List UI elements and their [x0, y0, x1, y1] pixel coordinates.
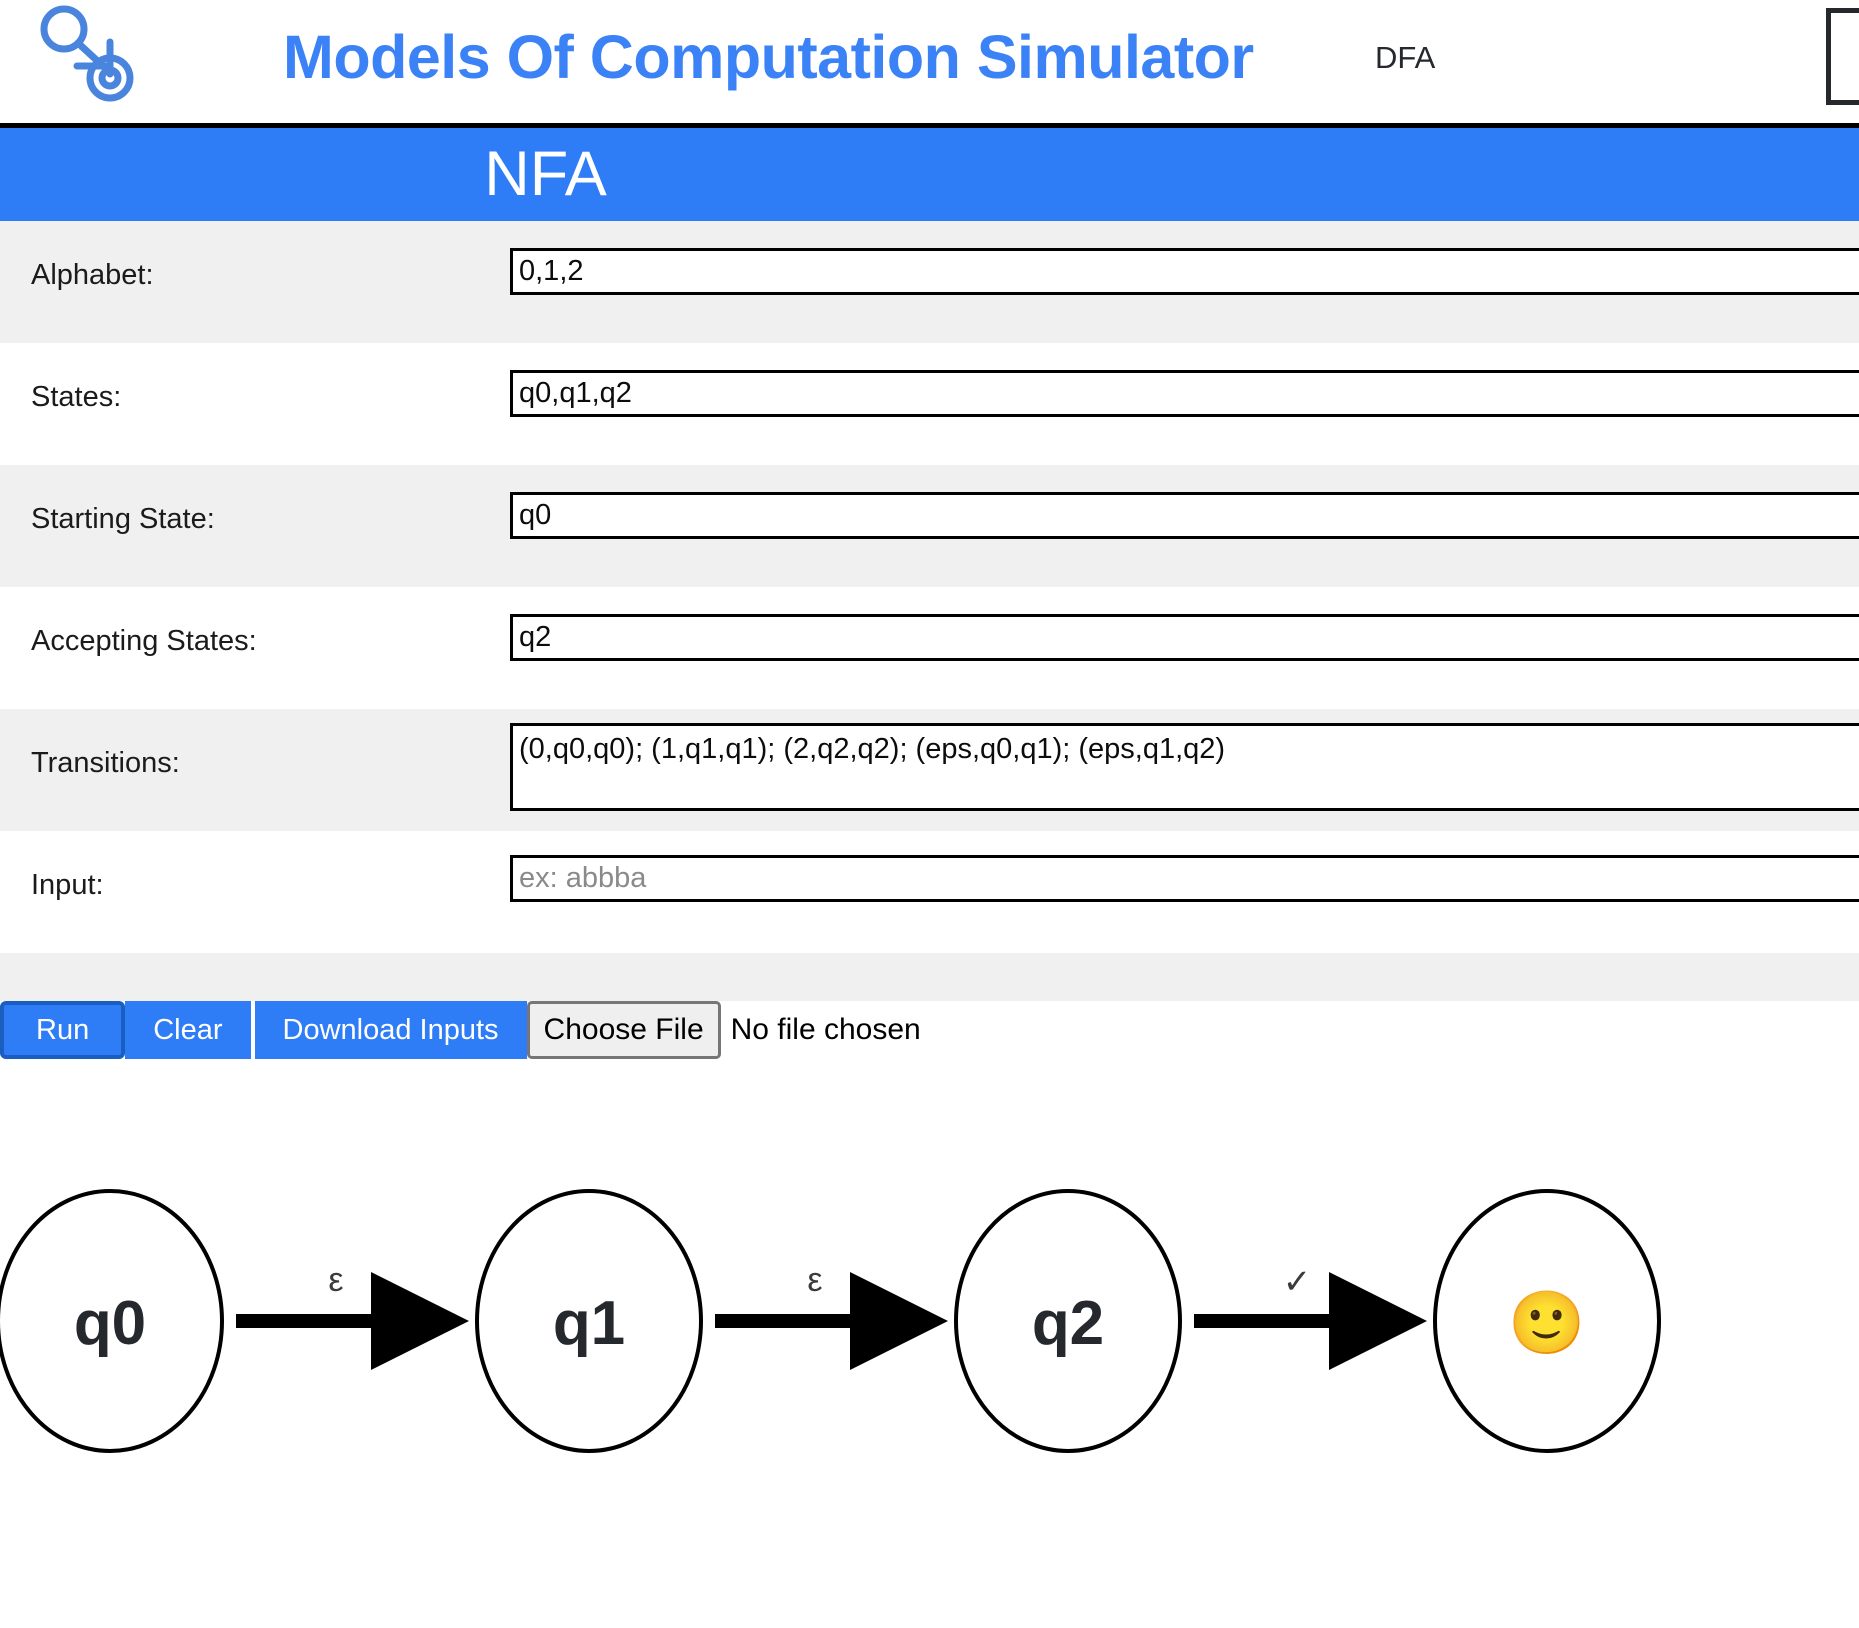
action-toolbar: Run Clear Download Inputs Choose File No…: [0, 1001, 1859, 1059]
download-inputs-button[interactable]: Download Inputs: [254, 1001, 527, 1059]
node-label-q1: q1: [553, 1289, 625, 1358]
machine-type-banner: NFA: [0, 128, 1859, 221]
edge-q2-accept: ✓: [1194, 1263, 1427, 1370]
page-title: Models Of Computation Simulator: [283, 23, 1254, 91]
diagram-node-q0[interactable]: q0: [0, 1189, 224, 1453]
config-form: Alphabet: States: Starting State: Accept…: [0, 221, 1859, 1001]
edge-q1-q2: ε: [715, 1261, 948, 1370]
label-input: Input:: [31, 869, 104, 901]
alphabet-input[interactable]: [510, 248, 1859, 295]
automaton-diagram: ε ε ✓ q0 q1 q2 🙂: [0, 1059, 1859, 1599]
node-label-q2: q2: [1032, 1289, 1104, 1358]
mode-select-dropdown[interactable]: [1826, 8, 1859, 105]
edge-q0-q1: ε: [236, 1261, 469, 1370]
form-row-states: States:: [0, 343, 1859, 465]
app-root: Models Of Computation Simulator DFA NFA …: [0, 0, 1859, 1628]
label-alphabet: Alphabet:: [31, 259, 154, 291]
diagram-node-q2[interactable]: q2: [954, 1189, 1182, 1453]
node-label-accept-smiley: 🙂: [1508, 1289, 1585, 1358]
diagram-node-q1[interactable]: q1: [475, 1189, 703, 1453]
form-row-alphabet: Alphabet:: [0, 221, 1859, 343]
mode-label-dfa: DFA: [1375, 40, 1436, 75]
form-row-input: Input:: [0, 831, 1859, 953]
form-row-starting-state: Starting State:: [0, 465, 1859, 587]
accepting-states-input[interactable]: [510, 614, 1859, 661]
choose-file-button[interactable]: Choose File: [526, 1001, 721, 1059]
label-starting-state: Starting State:: [31, 503, 215, 535]
form-row-accepting-states: Accepting States:: [0, 587, 1859, 709]
edge-label-q2-accept: ✓: [1283, 1263, 1312, 1301]
diagram-node-accept[interactable]: 🙂: [1433, 1189, 1661, 1453]
label-accepting-states: Accepting States:: [31, 625, 257, 657]
node-label-q0: q0: [74, 1289, 146, 1358]
run-button[interactable]: Run: [0, 1001, 126, 1059]
clear-button[interactable]: Clear: [125, 1001, 251, 1059]
file-status-text: No file chosen: [730, 1013, 921, 1046]
form-footer-spacer: [0, 953, 1859, 1001]
banner-title: NFA: [484, 139, 607, 209]
label-transitions: Transitions:: [31, 747, 180, 779]
label-states: States:: [31, 381, 122, 413]
states-input[interactable]: [510, 370, 1859, 417]
edge-label-q1-q2: ε: [807, 1261, 822, 1299]
form-row-transitions: Transitions:: [0, 709, 1859, 831]
app-header: Models Of Computation Simulator DFA: [0, 0, 1859, 128]
input-string-field[interactable]: [510, 855, 1859, 902]
state-machine-icon: [32, 2, 136, 106]
transitions-input[interactable]: [510, 723, 1859, 811]
starting-state-input[interactable]: [510, 492, 1859, 539]
edge-label-q0-q1: ε: [328, 1261, 343, 1299]
